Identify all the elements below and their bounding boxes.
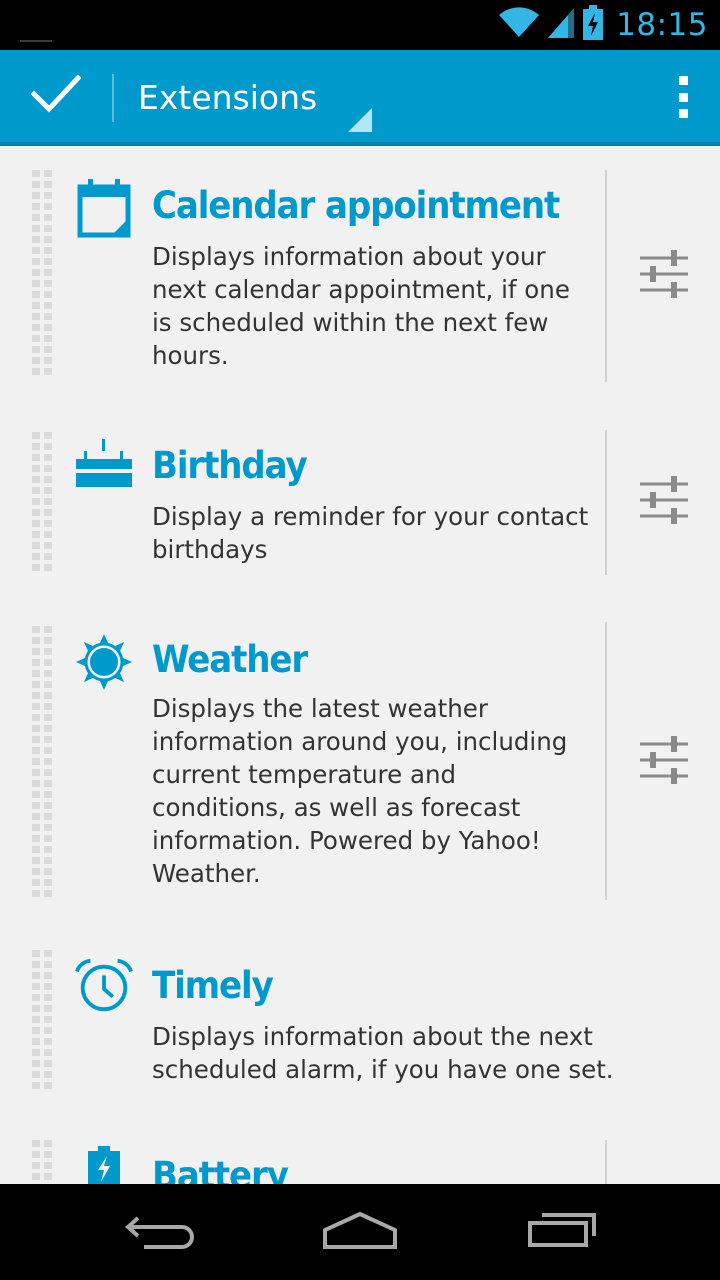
drag-handle[interactable] [32, 1140, 52, 1184]
drag-handle[interactable] [32, 950, 52, 1092]
sun-icon [74, 632, 134, 692]
extension-item-calendar[interactable]: Calendar appointment Displays informatio… [0, 146, 720, 396]
check-icon [30, 74, 82, 118]
home-button[interactable] [310, 1202, 410, 1262]
drag-handle[interactable] [32, 626, 52, 898]
settings-button[interactable] [634, 732, 694, 792]
item-divider [605, 622, 607, 900]
back-button[interactable] [110, 1202, 210, 1262]
extension-item-weather[interactable]: Weather Displays the latest weather info… [0, 606, 720, 916]
cell-signal-icon [546, 6, 576, 44]
extension-description: Displays information about your next cal… [152, 242, 570, 370]
settings-button[interactable] [634, 472, 694, 532]
extension-title: Battery [152, 1154, 289, 1184]
done-button[interactable] [0, 50, 112, 142]
navigation-bar [0, 1184, 720, 1280]
system-icons: 18:15 [498, 5, 708, 45]
home-icon [322, 1210, 398, 1254]
drag-handle[interactable] [32, 432, 52, 572]
battery-icon [74, 1146, 134, 1184]
extensions-list[interactable]: Calendar appointment Displays informatio… [0, 146, 720, 1184]
extension-item-battery[interactable]: Battery [0, 1140, 720, 1184]
recent-apps-button[interactable] [512, 1202, 612, 1262]
settings-button[interactable] [634, 246, 694, 306]
sliders-icon [638, 248, 690, 304]
calendar-icon [74, 178, 134, 238]
overflow-dot [678, 92, 688, 102]
spinner-arrow-icon [348, 108, 372, 132]
overflow-dot [678, 109, 688, 118]
alarm-clock-icon [74, 956, 134, 1016]
extension-description: Display a reminder for your contact birt… [152, 502, 589, 564]
extension-item-timely[interactable]: Timely Displays information about the ne… [0, 936, 720, 1116]
extension-description: Displays information about the next sche… [152, 1022, 614, 1084]
notification-indicator [20, 40, 52, 42]
overflow-dot [678, 76, 688, 85]
drag-handle[interactable] [32, 170, 52, 382]
navigation-spinner[interactable]: Extensions [114, 50, 376, 142]
item-divider [605, 1140, 607, 1184]
extension-item-birthday[interactable]: Birthday Display a reminder for your con… [0, 408, 720, 588]
overflow-menu-button[interactable] [676, 76, 690, 118]
clock: 18:15 [616, 7, 708, 43]
extension-title: Weather [152, 638, 308, 681]
recent-apps-icon [526, 1210, 598, 1254]
action-bar: Extensions [0, 50, 720, 146]
birthday-cake-icon [74, 434, 134, 494]
action-bar-title: Extensions [138, 78, 318, 117]
back-icon [124, 1210, 196, 1254]
extension-title: Calendar appointment [152, 184, 560, 227]
sliders-icon [638, 734, 690, 790]
extension-title: Timely [152, 964, 274, 1007]
extension-description: Displays the latest weather information … [152, 694, 568, 888]
item-divider [605, 430, 607, 575]
sliders-icon [638, 474, 690, 530]
battery-charging-icon [582, 5, 604, 45]
wifi-icon [498, 7, 540, 43]
status-bar: 18:15 [0, 0, 720, 50]
item-divider [605, 170, 607, 382]
extension-title: Birthday [152, 444, 308, 487]
